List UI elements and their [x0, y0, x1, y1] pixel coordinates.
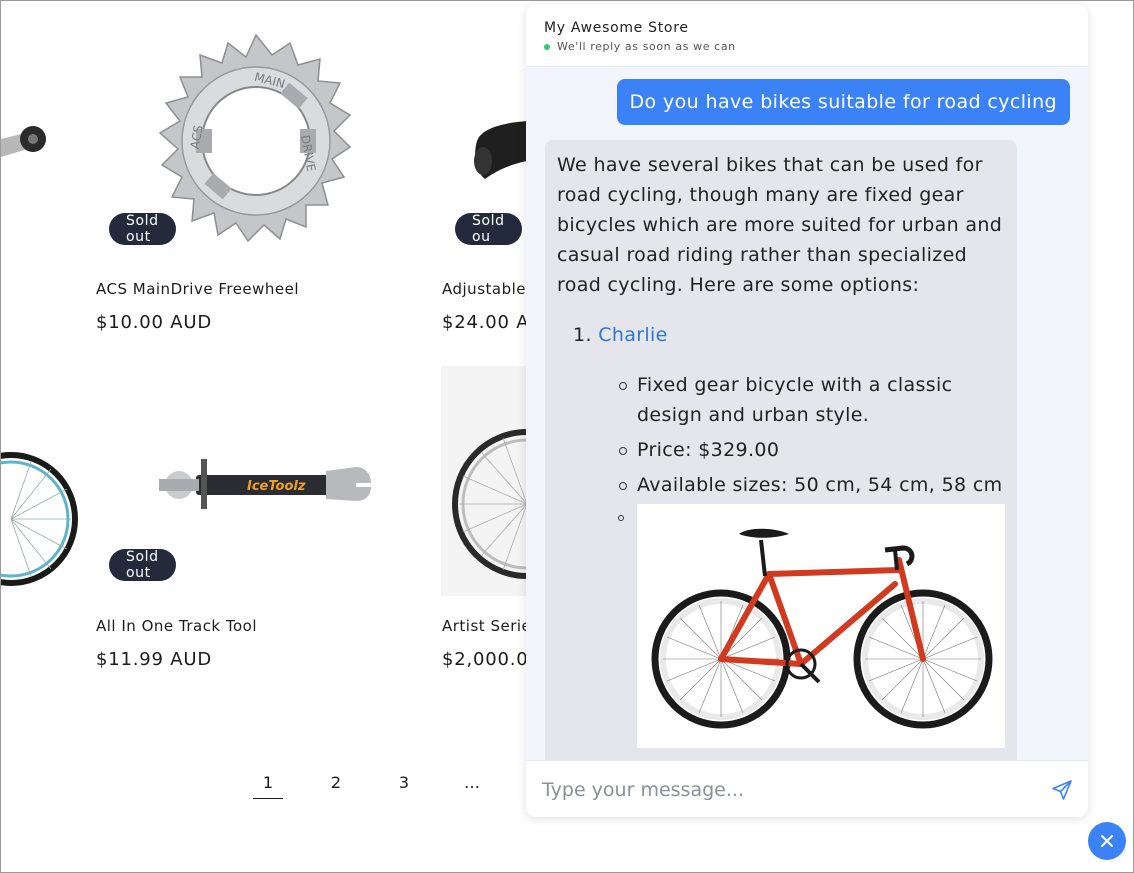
product-title[interactable]: Artist Series	[442, 617, 540, 635]
product-details-list: Fixed gear bicycle with a classic design…	[557, 370, 1005, 500]
bot-intro-text: We have several bikes that can be used f…	[557, 154, 1003, 296]
product-link-charlie[interactable]: Charlie	[598, 324, 667, 346]
product-title[interactable]: ACS MainDrive Freewheel	[96, 280, 299, 298]
close-chat-button[interactable]	[1088, 822, 1126, 860]
page-ellipsis: …	[464, 773, 480, 792]
chat-store-name: My Awesome Store	[544, 20, 689, 36]
online-status-icon	[544, 43, 550, 50]
bike-product-image[interactable]	[637, 504, 1005, 748]
crank-image	[1, 101, 61, 181]
product-price: $10.00 AUD	[96, 312, 213, 333]
chat-status-text: We'll reply as soon as we can	[557, 40, 736, 53]
sold-out-badge: Sold out	[109, 549, 176, 581]
pagination: 1 2 3 …	[253, 773, 525, 799]
product-option-item: 1. Charlie	[557, 320, 1005, 350]
tool-brand-text: IceToolz	[247, 479, 306, 494]
track-tool-image: IceToolz	[151, 453, 376, 513]
chat-message-input[interactable]	[542, 775, 1022, 805]
page-2-link[interactable]: 2	[321, 773, 351, 799]
product-price: $11.99 AUD	[96, 649, 213, 670]
send-icon[interactable]	[1050, 778, 1074, 802]
user-message-bubble: Do you have bikes suitable for road cycl…	[616, 79, 1070, 125]
product-title[interactable]: All In One Track Tool	[96, 617, 257, 635]
list-bullet-icon	[618, 515, 624, 521]
bot-message-bubble: We have several bikes that can be used f…	[545, 140, 1017, 780]
artist-wheel-image	[441, 366, 527, 596]
chat-widget: My Awesome Store We'll reply as soon as …	[526, 4, 1088, 817]
detail-description: Fixed gear bicycle with a classic design…	[619, 370, 1005, 430]
detail-sizes: Available sizes: 50 cm, 54 cm, 58 cm	[619, 470, 1005, 500]
chat-header: My Awesome Store We'll reply as soon as …	[526, 4, 1088, 67]
stem-image	[471, 111, 527, 191]
close-icon	[1101, 835, 1113, 847]
sold-out-badge: Sold ou	[455, 213, 522, 245]
sold-out-badge: Sold out	[109, 213, 176, 245]
item-number: 1.	[573, 324, 592, 346]
page-1-link[interactable]: 1	[253, 773, 283, 799]
chat-input-bar	[526, 760, 1088, 817]
wheel-image	[1, 449, 79, 589]
chat-status: We'll reply as soon as we can	[544, 40, 1070, 53]
page-3-link[interactable]: 3	[389, 773, 419, 799]
product-title[interactable]: Adjustable	[442, 280, 526, 298]
detail-price: Price: $329.00	[619, 435, 1005, 465]
